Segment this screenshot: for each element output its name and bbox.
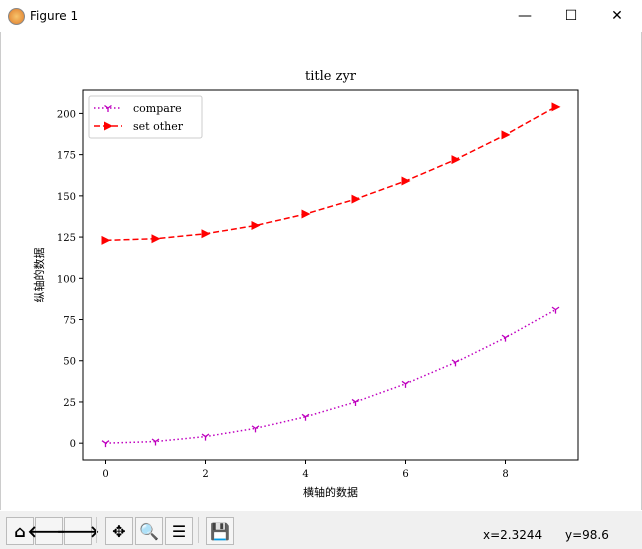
y-readout: y=98.6	[565, 528, 609, 542]
subplots-icon: ☰	[171, 521, 187, 541]
subplots-button[interactable]: ☰	[165, 517, 193, 545]
y-tick-label: 150	[57, 192, 76, 203]
legend-label: set other	[133, 120, 184, 133]
axes-frame	[82, 89, 579, 461]
y-axis-label: 纵轴的数据	[32, 248, 46, 303]
pan-button[interactable]: ✥	[105, 517, 133, 545]
x-tick-label: 4	[302, 469, 308, 480]
chart-title: title zyr	[305, 69, 357, 84]
zoom-button[interactable]: 🔍	[135, 517, 163, 545]
y-tick-label: 200	[57, 109, 76, 120]
toolbar-separator	[198, 517, 199, 543]
x-tick-label: 8	[502, 469, 508, 480]
title-bar: Figure 1 — ☐ ✕	[0, 0, 642, 32]
y-tick-label: 75	[63, 316, 76, 327]
x-axis-label: 横轴的数据	[303, 485, 358, 499]
save-icon: 💾	[210, 521, 230, 541]
legend-label: compare	[133, 102, 182, 115]
chart: title zyr 横轴的数据 纵轴的数据 0 2 4 6 8 0 25 50 75 100 125 150…	[32, 69, 579, 499]
app-icon	[8, 8, 25, 25]
y-tick-label: 50	[63, 357, 76, 368]
pan-icon: ✥	[112, 521, 126, 541]
maximize-button[interactable]: ☐	[548, 0, 594, 32]
y-tick-label: 0	[70, 439, 76, 450]
save-button[interactable]: 💾	[206, 517, 234, 545]
y-tick-label: 100	[57, 274, 76, 285]
forward-arrow-icon: 🡒	[56, 522, 100, 541]
x-tick-label: 0	[102, 469, 108, 480]
home-icon: ⌂	[14, 521, 26, 541]
x-tick-label: 6	[402, 469, 408, 480]
toolbar-separator	[96, 517, 97, 543]
window-title: Figure 1	[30, 9, 79, 23]
forward-arrow-button[interactable]: 🡒	[57, 517, 99, 545]
minimize-button[interactable]: —	[502, 0, 548, 32]
y-tick-label: 125	[57, 233, 76, 244]
x-tick-label: 2	[202, 469, 208, 480]
zoom-icon: 🔍	[139, 521, 159, 541]
close-button[interactable]: ✕	[594, 0, 640, 32]
x-readout: x=2.3244	[483, 528, 543, 542]
y-tick-label: 25	[63, 398, 76, 409]
navigation-toolbar: ⌂ 🡐 🡒 ✥ 🔍 ☰ 💾 x=2.3244 y=98.6	[0, 511, 642, 549]
figure-canvas[interactable]: title zyr 横轴的数据 纵轴的数据 0 2 4 6 8 0 25 50 75 100 125 150…	[0, 32, 642, 510]
y-tick-label: 175	[57, 151, 76, 162]
